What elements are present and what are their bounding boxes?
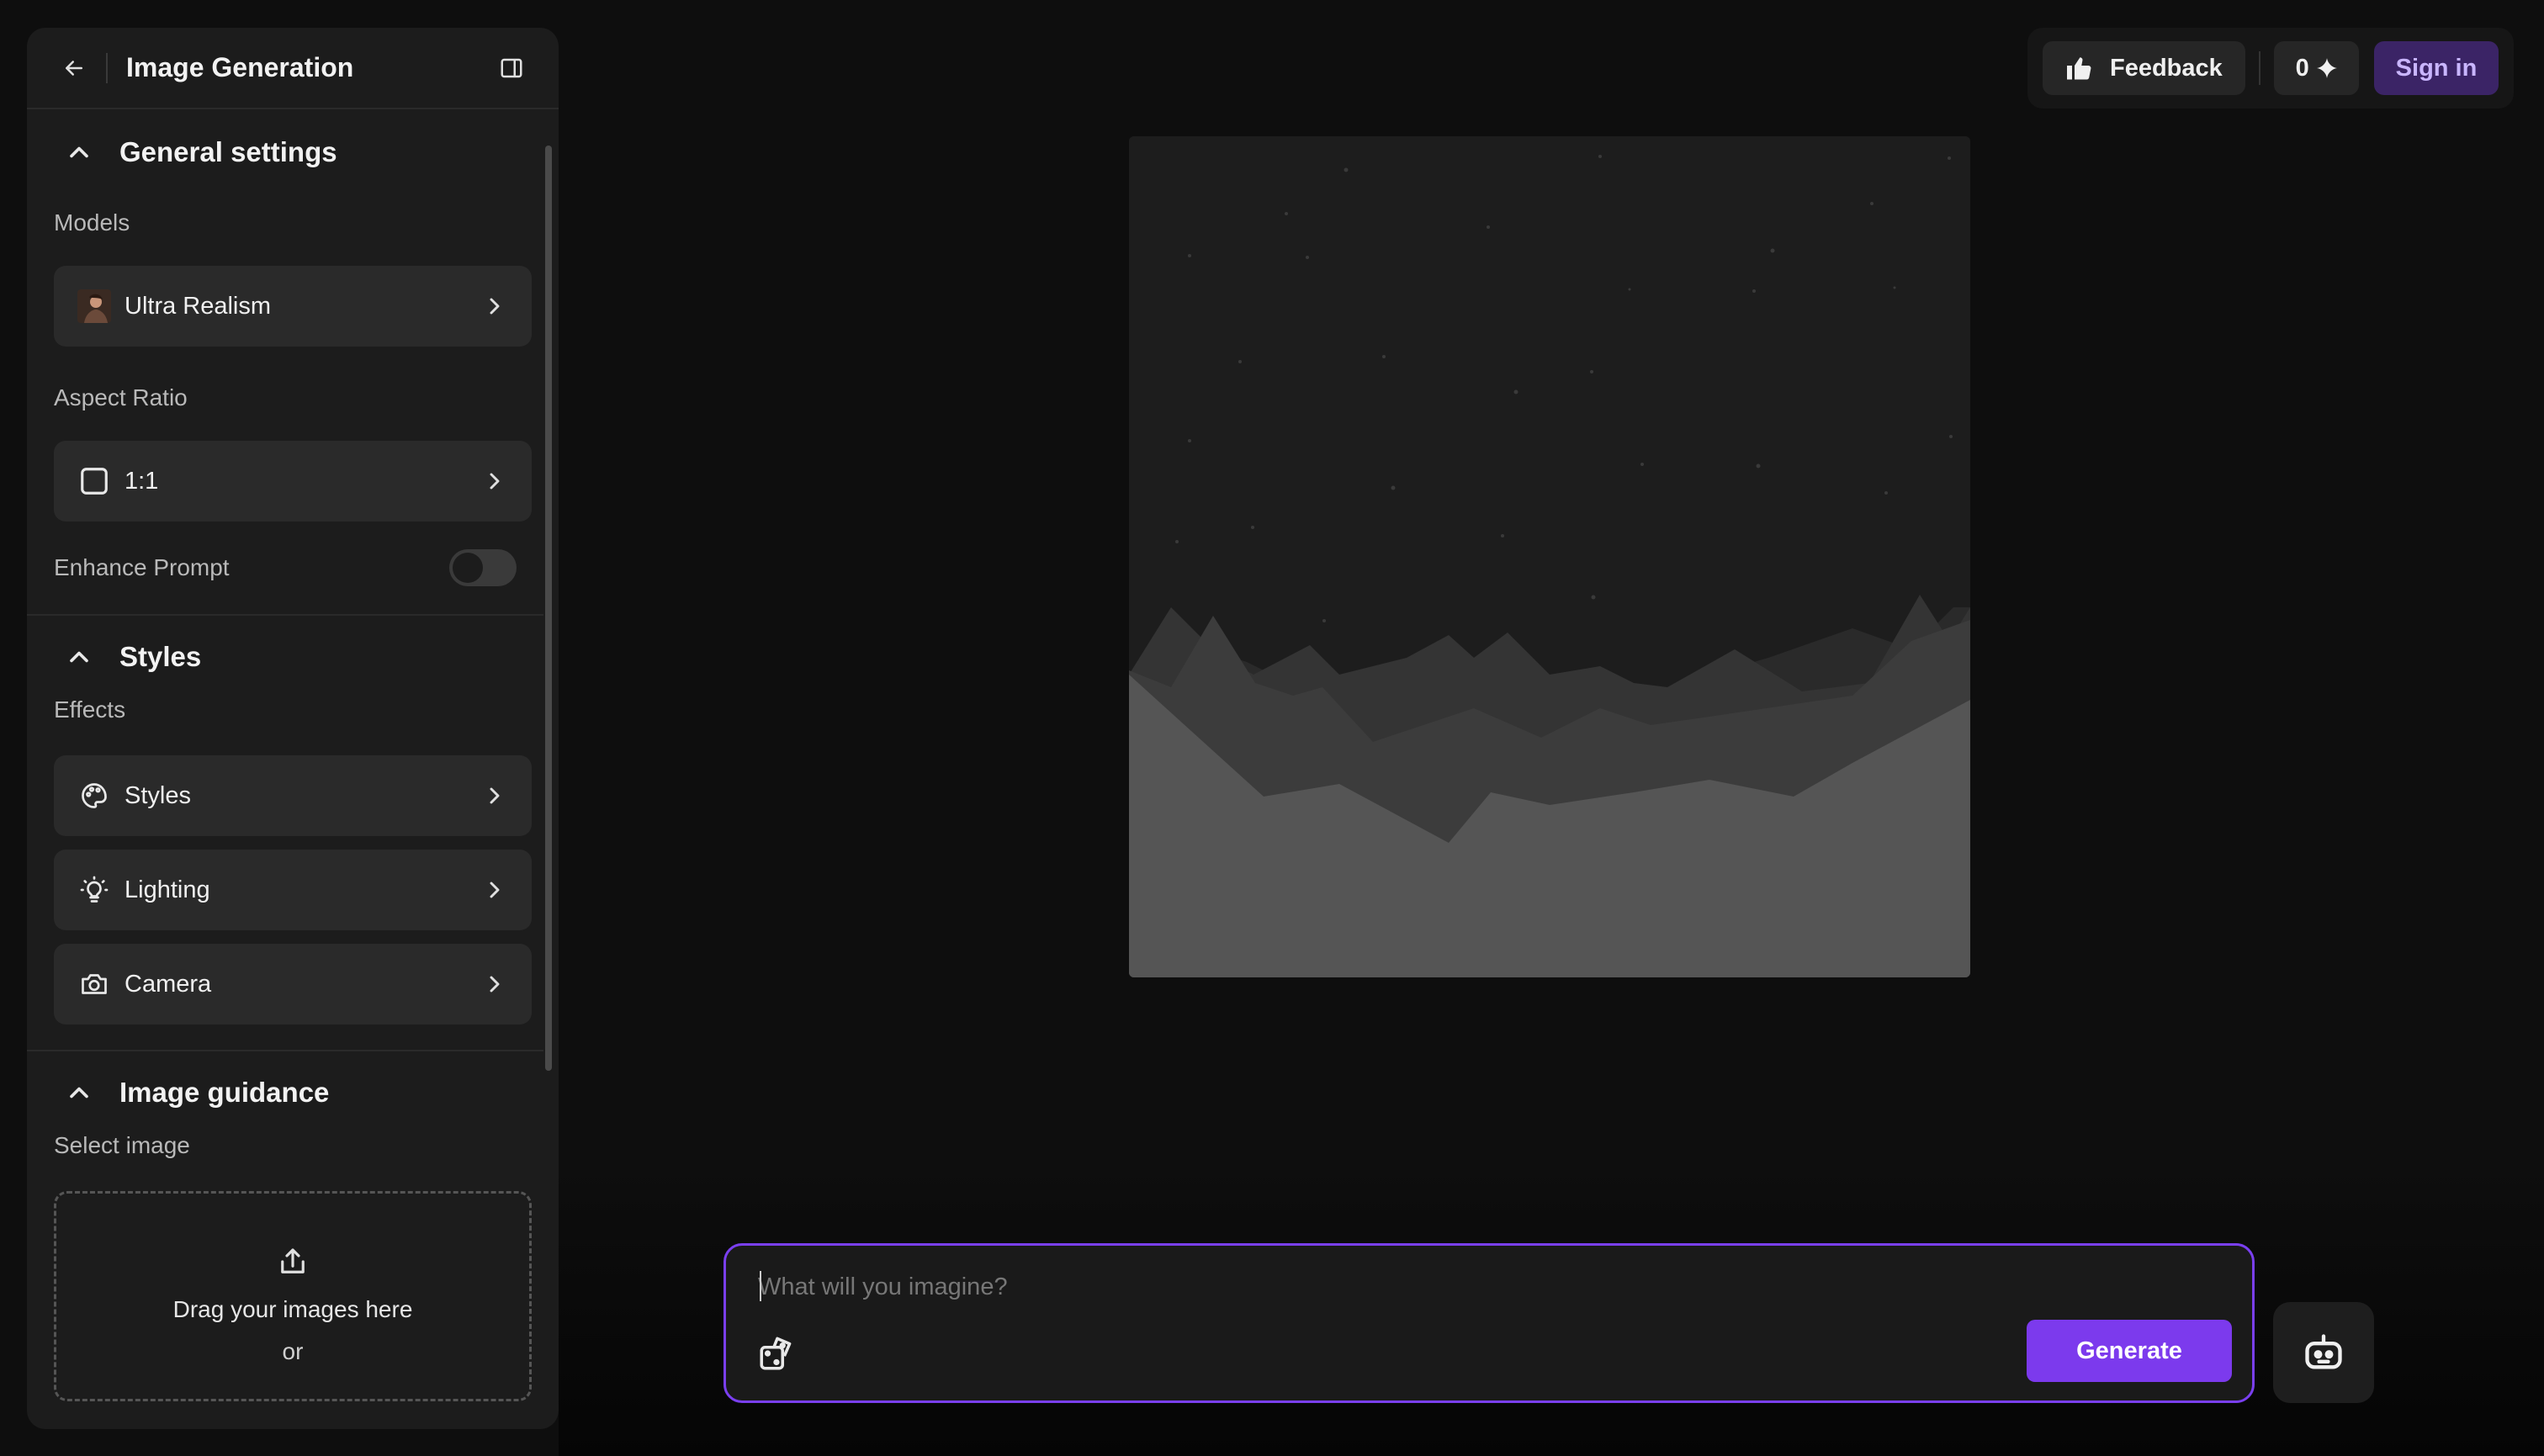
back-button[interactable]: [52, 46, 96, 90]
enhance-prompt-row: Enhance Prompt: [27, 522, 543, 614]
thumbs-up-icon: [2067, 57, 2091, 80]
chevron-right-icon: [490, 976, 500, 993]
sign-in-button[interactable]: Sign in: [2374, 41, 2499, 95]
assistant-bot-button[interactable]: [2273, 1302, 2374, 1403]
image-dropzone[interactable]: Drag your images here or: [54, 1191, 532, 1401]
square-icon: [77, 464, 111, 498]
feedback-label: Feedback: [2110, 54, 2223, 82]
select-image-label: Select image: [54, 1132, 190, 1158]
chevron-right-icon: [490, 882, 500, 898]
model-select[interactable]: Ultra Realism: [54, 266, 532, 347]
model-value: Ultra Realism: [125, 292, 272, 320]
camera-select[interactable]: Camera: [54, 944, 532, 1024]
sidebar-title: Image Generation: [126, 52, 354, 82]
sidebar-header: Image Generation: [27, 28, 559, 109]
prompt-input[interactable]: [758, 1266, 2188, 1308]
chevron-right-icon: [490, 473, 500, 490]
section-title: Image guidance: [119, 1077, 330, 1108]
camera-icon: [77, 967, 111, 1001]
dropzone-or: or: [282, 1338, 304, 1364]
back-arrow-icon: [66, 60, 82, 76]
settings-sidebar: Image Generation General settings Models…: [27, 28, 559, 1429]
section-title: General settings: [119, 136, 337, 167]
generate-button[interactable]: Generate: [2027, 1320, 2232, 1382]
credits-button[interactable]: 0: [2274, 41, 2360, 95]
random-prompt-button[interactable]: [756, 1332, 798, 1374]
effects-label: Effects: [54, 696, 126, 723]
image-preview-placeholder: [1129, 136, 1970, 977]
header-divider: [106, 52, 108, 83]
credits-count: 0: [2295, 54, 2309, 82]
enhance-prompt-toggle[interactable]: [449, 549, 517, 586]
section-title: Styles: [119, 641, 202, 672]
aspect-ratio-value: 1:1: [125, 467, 159, 495]
text-caret: [760, 1271, 761, 1301]
top-actions-bar: Feedback 0 Sign in: [2027, 28, 2514, 109]
feedback-button[interactable]: Feedback: [2043, 41, 2246, 95]
lighting-label: Lighting: [125, 876, 210, 903]
prompt-composer: Generate: [723, 1243, 2255, 1403]
model-thumbnail: [77, 289, 111, 323]
lightbulb-icon: [77, 873, 111, 907]
dice-icon: [760, 1337, 792, 1370]
styles-label: Styles: [125, 781, 191, 809]
sidebar-scroll-area: General settings Models Ultra Realism As…: [27, 111, 543, 1429]
aspect-ratio-label: Aspect Ratio: [54, 384, 188, 410]
mountain-night-illustration: [1129, 136, 1970, 977]
palette-icon: [77, 779, 111, 813]
sidebar-toggle-icon: [501, 58, 522, 77]
collapse-sidebar-button[interactable]: [490, 46, 533, 90]
sidebar-scrollbar[interactable]: [545, 146, 552, 1071]
chevron-right-icon: [490, 787, 500, 804]
camera-label: Camera: [125, 970, 212, 998]
sparkle-icon: [2316, 58, 2337, 78]
chevron-right-icon: [490, 298, 500, 315]
chevron-up-icon: [70, 146, 88, 158]
robot-icon: [2305, 1334, 2342, 1369]
lighting-select[interactable]: Lighting: [54, 850, 532, 930]
chevron-up-icon: [70, 1087, 88, 1099]
aspect-ratio-select[interactable]: 1:1: [54, 441, 532, 522]
styles-select[interactable]: Styles: [54, 755, 532, 836]
dropzone-text: Drag your images here: [172, 1296, 413, 1322]
section-general-settings[interactable]: General settings: [27, 111, 543, 193]
upload-icon: [281, 1248, 305, 1273]
enhance-prompt-label: Enhance Prompt: [54, 554, 230, 580]
topbar-divider: [2259, 51, 2261, 85]
chevron-up-icon: [70, 651, 88, 663]
models-label: Models: [54, 209, 130, 236]
